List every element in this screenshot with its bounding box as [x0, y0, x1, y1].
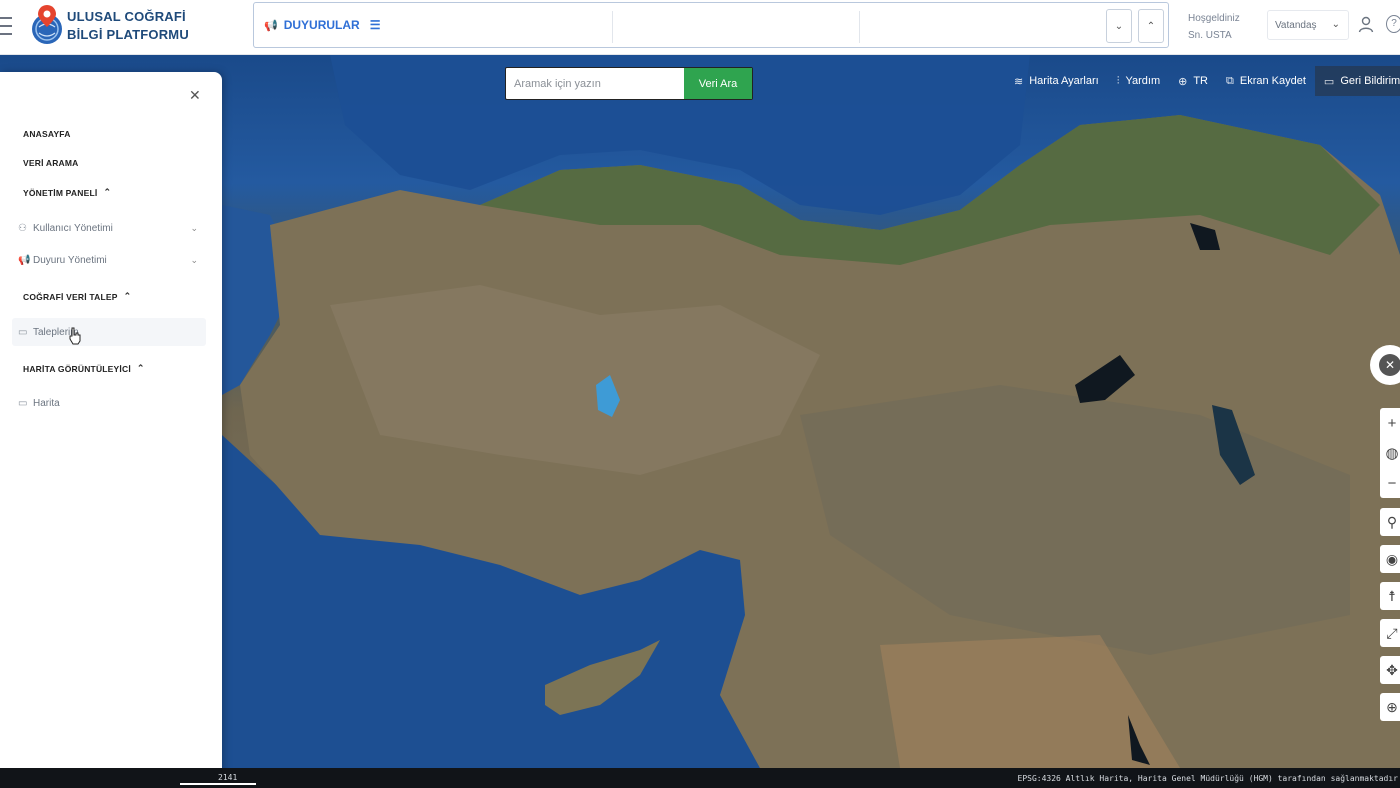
fullscreen-button[interactable]: ⤢ [1380, 619, 1400, 647]
sidebar-section-geo-request[interactable]: COĞRAFİ VERİ TALEP ⌃ [23, 291, 131, 302]
sidebar-section-label: COĞRAFİ VERİ TALEP [23, 291, 118, 302]
expand-icon: ⤢ [1386, 624, 1398, 641]
brand-title: ULUSAL COĞRAFİ BİLGİ PLATFORMU [67, 8, 189, 44]
info-icon: ⫶ [1116, 74, 1120, 87]
sidebar-item-data-search[interactable]: VERİ ARAMA [23, 158, 79, 168]
scale-readout: 2141 [218, 773, 238, 782]
feedback-icon: ▭ [1323, 75, 1335, 88]
chevron-down-icon: ⌄ [1114, 20, 1124, 32]
sidebar-item-label: ANASAYFA [23, 129, 71, 139]
zoom-in-button[interactable]: + [1380, 408, 1400, 438]
top-header: ULUSAL COĞRAFİ BİLGİ PLATFORMU 📢 DUYURUL… [0, 0, 1400, 55]
announcement-next-button[interactable]: ⌄ [1106, 9, 1132, 43]
sidebar-menu: ✕ ANASAYFA VERİ ARAMA YÖNETİM PANELİ ⌃ ⚇… [0, 72, 222, 784]
map-attribution: EPSG:4326 Altlık Harita, Harita Genel Mü… [1017, 774, 1399, 783]
sidebar-item-label: Harita [33, 397, 60, 409]
globe-icon: ⊕ [1178, 75, 1188, 88]
visibility-button[interactable]: ◉ [1380, 545, 1400, 573]
close-icon[interactable]: ✕ [189, 87, 201, 104]
street-view-button[interactable]: ☨ [1380, 582, 1400, 610]
announcements-divider [859, 11, 860, 43]
screen-record-button[interactable]: ⧉ Ekran Kaydet [1217, 66, 1315, 96]
welcome-text: Hoşgeldiniz Sn. USTA [1188, 10, 1240, 44]
sidebar-item-user-management[interactable]: ⚇ Kullanıcı Yönetimi ⌄ [18, 214, 204, 242]
screen-record-label: Ekran Kaydet [1239, 75, 1306, 87]
layers-icon: ≋ [1014, 75, 1024, 88]
map-settings-label: Harita Ayarları [1029, 75, 1099, 87]
sidebar-item-home[interactable]: ANASAYFA [23, 129, 71, 139]
sidebar-item-label: Kullanıcı Yönetimi [33, 222, 113, 234]
folder-icon: ▭ [18, 397, 28, 409]
map-footer: 2141 EPSG:4326 Altlık Harita, Harita Gen… [0, 768, 1400, 788]
list-icon[interactable]: ☰ [370, 18, 381, 32]
chevron-down-icon: ⌄ [190, 254, 198, 265]
sidebar-item-label: Duyuru Yönetimi [33, 254, 107, 266]
chevron-up-icon: ⌃ [1146, 20, 1156, 32]
announcements-label: DUYURULAR [283, 18, 360, 32]
location-pin-icon: ⚲ [1386, 513, 1398, 530]
zoom-out-button[interactable]: − [1380, 468, 1400, 498]
brand-line-2: BİLGİ PLATFORMU [67, 27, 189, 42]
search-input[interactable] [506, 68, 684, 99]
folder-icon: ▭ [18, 326, 28, 338]
language-label: TR [1193, 75, 1208, 87]
sidebar-section-label: YÖNETİM PANELİ [23, 187, 98, 198]
navigation-button[interactable]: ✥ [1380, 656, 1400, 684]
chevron-up-icon: ⌃ [123, 291, 132, 301]
person-icon: ☨ [1388, 587, 1396, 604]
chevron-down-icon: ⌄ [190, 222, 198, 233]
map-settings-button[interactable]: ≋ Harita Ayarları [1005, 66, 1108, 96]
help-label: Yardım [1125, 75, 1161, 87]
hand-cursor-icon [69, 327, 81, 345]
sidebar-item-label: VERİ ARAMA [23, 158, 79, 168]
compass-icon: ✕ [1379, 354, 1400, 376]
location-pin-button[interactable]: ⚲ [1380, 508, 1400, 536]
chevron-up-icon: ⌃ [136, 363, 145, 373]
eye-icon: ◉ [1385, 550, 1399, 567]
chevron-down-icon: ⌄ [1331, 19, 1340, 30]
megaphone-icon: 📢 [264, 19, 278, 32]
sidebar-item-announcement-management[interactable]: 📢 Duyuru Yönetimi ⌄ [18, 246, 204, 274]
chevron-up-icon: ⌃ [103, 187, 112, 197]
data-search-box: Veri Ara [505, 67, 753, 100]
announcements-divider [612, 11, 613, 43]
scale-bar [180, 783, 256, 785]
welcome-username: Sn. USTA [1188, 30, 1232, 41]
announcements-bar: 📢 DUYURULAR ☰ ⌄ ⌃ [253, 2, 1169, 48]
globe-view-button[interactable]: ◍ [1380, 438, 1400, 468]
brand-line-1: ULUSAL COĞRAFİ [67, 9, 186, 24]
add-location-button[interactable]: ⊕ [1380, 693, 1400, 721]
zoom-controls: + ◍ − [1380, 408, 1400, 498]
menu-icon[interactable] [0, 14, 14, 38]
language-button[interactable]: ⊕ TR [1169, 66, 1217, 96]
sidebar-item-requests[interactable]: ▭ Taleplerim [12, 318, 206, 346]
help-icon[interactable]: ? [1386, 15, 1400, 33]
external-link-icon: ⧉ [1226, 74, 1234, 87]
search-button[interactable]: Veri Ara [684, 68, 752, 99]
users-icon: ⚇ [18, 222, 27, 234]
announcement-prev-button[interactable]: ⌃ [1138, 9, 1164, 43]
megaphone-icon: 📢 [18, 254, 31, 266]
user-icon[interactable] [1357, 15, 1375, 33]
sidebar-section-admin[interactable]: YÖNETİM PANELİ ⌃ [23, 187, 111, 198]
map-toolbar: ≋ Harita Ayarları ⫶ Yardım ⊕ TR ⧉ Ekran … [1005, 66, 1400, 96]
sidebar-item-map[interactable]: ▭ Harita [18, 389, 204, 417]
sidebar-section-map-viewer[interactable]: HARİTA GÖRÜNTÜLEYİCİ ⌃ [23, 363, 145, 374]
sidebar-section-label: HARİTA GÖRÜNTÜLEYİCİ [23, 363, 131, 374]
announcements-title[interactable]: 📢 DUYURULAR ☰ [264, 18, 380, 32]
directions-icon: ✥ [1386, 661, 1398, 678]
platform-logo[interactable] [30, 3, 64, 47]
welcome-greeting: Hoşgeldiniz [1188, 13, 1240, 24]
role-select[interactable]: Vatandaş ⌄ [1267, 10, 1349, 40]
role-selected-value: Vatandaş [1275, 20, 1317, 31]
help-button[interactable]: ⫶ Yardım [1108, 66, 1169, 96]
feedback-button[interactable]: ▭ Geri Bildirim [1314, 66, 1400, 96]
feedback-label: Geri Bildirim [1340, 75, 1400, 87]
target-icon: ⊕ [1386, 698, 1398, 715]
